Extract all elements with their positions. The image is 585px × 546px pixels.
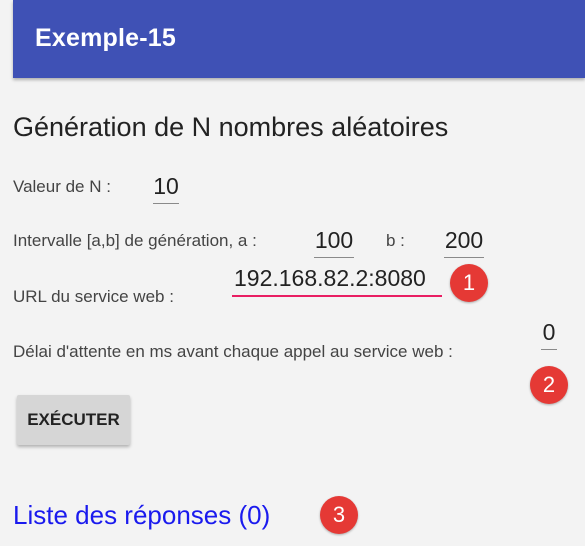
annotation-badge-3: 3	[320, 496, 358, 534]
page-title: Génération de N nombres aléatoires	[13, 112, 449, 142]
n-label: Valeur de N :	[13, 177, 111, 196]
annotation-badge-2: 2	[530, 366, 568, 404]
delay-label: Délai d'attente en ms avant chaque appel…	[13, 342, 453, 361]
app-title: Exemple-15	[35, 24, 176, 52]
app-bar: Exemple-15	[13, 0, 585, 78]
responses-list-link[interactable]: Liste des réponses (0)	[13, 500, 270, 531]
url-input[interactable]: 192.168.82.2:8080	[232, 264, 442, 297]
execute-button[interactable]: EXÉCUTER	[17, 395, 130, 445]
n-input[interactable]: 10	[153, 172, 179, 204]
url-label: URL du service web :	[13, 287, 174, 306]
delay-input[interactable]: 0	[541, 318, 557, 350]
interval-b-label: b :	[386, 231, 405, 250]
annotation-badge-1: 1	[450, 264, 488, 302]
interval-b-input[interactable]: 200	[444, 226, 484, 258]
interval-a-label: Intervalle [a,b] de génération, a :	[13, 231, 257, 250]
interval-a-input[interactable]: 100	[314, 226, 354, 258]
